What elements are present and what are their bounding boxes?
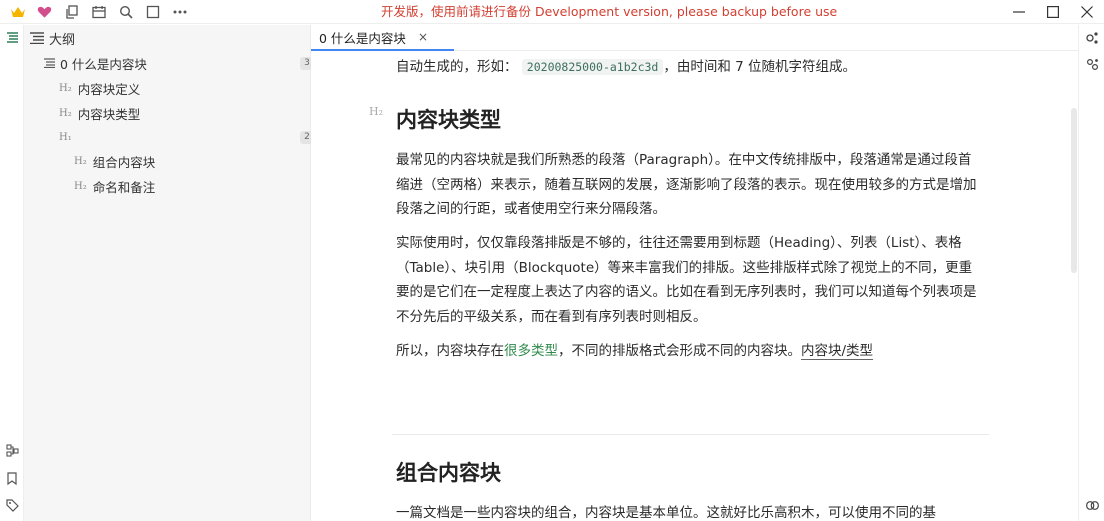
paragraph-3[interactable]: 所以，内容块存在很多类型，不同的排版格式会形成不同的内容块。内容块/类型 [396,339,982,364]
right-dock [1078,25,1104,521]
paragraph-2[interactable]: 实际使用时，仅仅靠段落排版是不够的，往往还需要用到标题（Heading）、列表（… [396,231,982,329]
close-icon[interactable] [1070,0,1104,24]
heart-icon[interactable] [31,0,58,24]
more-icon[interactable] [166,0,193,24]
inline-link[interactable]: 很多类型 [504,343,558,359]
copy-icon[interactable] [58,0,85,24]
outline-title: 大纲 [49,32,76,48]
bookmark-icon[interactable] [4,470,20,486]
para3-middle: ，不同的排版格式会形成不同的内容块。 [558,343,801,359]
title-bar-left-toolbar [4,0,193,24]
tab-label: 0 什么是内容块 [319,30,406,46]
window-controls [1002,0,1104,24]
outline-item-types[interactable]: H₂ 内容块类型 [59,103,140,123]
heading-content-types[interactable]: 内容块类型 [396,104,501,134]
heading-level-mark: H₁ [59,131,72,143]
outline-item-label: 内容块定义 [77,81,141,97]
heading-level-mark: H₂ [59,82,72,94]
heading-combo-blocks[interactable]: 组合内容块 [396,457,501,487]
outline-header-icon [30,30,46,46]
graph-icon[interactable] [4,442,20,458]
heading-level-mark: H₂ [369,105,384,118]
intro-prefix: 自动生成的，形如： [396,59,518,75]
para3-prefix: 所以，内容块存在 [396,343,504,359]
block-reference[interactable]: 内容块/类型 [801,343,874,360]
outline-header: 大纲 [30,29,76,48]
outline-item-naming[interactable]: H₂ 命名和备注 [74,176,155,196]
dev-version-warning: 开发版，使用前请进行备份 Development version, please… [381,4,838,19]
crown-icon[interactable] [4,0,31,24]
outline-item-label: 内容块类型 [77,106,141,122]
paragraph-4[interactable]: 一篇文档是一些内容块的组合，内容块是基本单位。这就好比乐高积木，可以使用不同的基 [396,501,996,521]
outline-item-label: 0 什么是内容块 [60,56,147,72]
outline-item-doc[interactable]: 0 什么是内容块 3 [44,53,314,73]
outline-item-combo[interactable]: H₂ 组合内容块 [74,151,155,171]
outline-item-h1[interactable]: H₁ 2 [59,127,314,147]
divider [392,434,989,435]
outline-item-definition[interactable]: H₂ 内容块定义 [59,78,140,98]
outline-doc-icon [44,58,55,68]
minimize-icon[interactable] [1002,0,1036,24]
inline-code: 20200825000-a1b2c3d [521,59,664,75]
heading-level-mark: H₂ [74,155,87,167]
editor-area: 自动生成的，形如： 20200825000-a1b2c3d ，由时间和 7 位随机… [311,52,1078,521]
tab-close-icon[interactable]: × [417,30,429,44]
tab-document[interactable]: 0 什么是内容块 × [311,25,454,51]
outline-panel: 大纲 0 什么是内容块 3 H₂ 内容块定义 H₂ 内容块类型 H₁ 2 H₂ … [24,25,314,521]
tab-bar: 0 什么是内容块 × [311,25,1078,51]
maximize-icon[interactable] [1036,0,1070,24]
graph-view-icon[interactable] [1084,29,1100,45]
search-icon[interactable] [112,0,139,24]
square-icon[interactable] [139,0,166,24]
title-bar: 开发版，使用前请进行备份 Development version, please… [0,0,1104,24]
intro-suffix: ，由时间和 7 位随机字符组成。 [663,59,857,75]
outline-item-label: 命名和备注 [92,179,156,195]
intro-paragraph[interactable]: 自动生成的，形如： 20200825000-a1b2c3d ，由时间和 7 位随机… [396,55,982,80]
editor-scrollbar[interactable] [1071,108,1077,273]
calendar-icon[interactable] [85,0,112,24]
heading-level-mark: H₂ [74,180,87,192]
left-dock [0,25,24,521]
outline-item-label: 组合内容块 [92,154,156,170]
backlink-icon[interactable] [1084,56,1100,72]
tag-icon[interactable] [4,497,20,513]
paragraph-1[interactable]: 最常见的内容块就是我们所熟悉的段落（Paragraph）。在中文传统排版中，段落… [396,148,982,222]
outline-icon[interactable] [4,29,20,45]
link-icon[interactable] [1084,497,1100,513]
heading-level-mark: H₂ [59,107,72,119]
